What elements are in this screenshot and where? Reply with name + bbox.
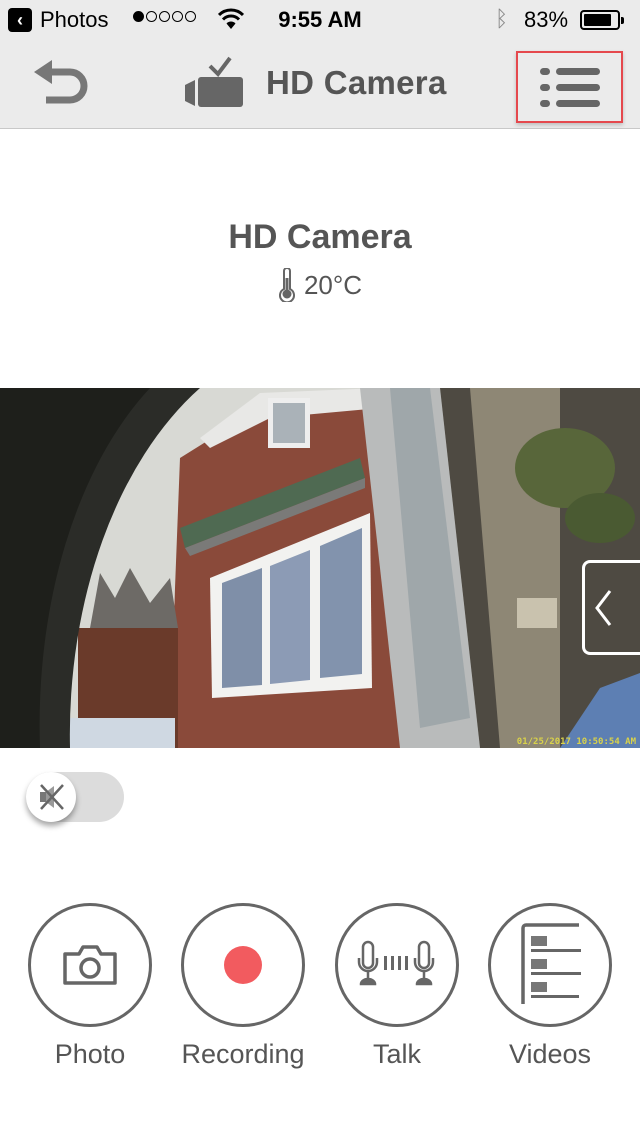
battery-icon <box>580 10 624 30</box>
videos-label: Videos <box>508 1039 592 1069</box>
video-frame <box>0 388 640 748</box>
back-button[interactable] <box>30 58 94 108</box>
talk-button-circle[interactable] <box>335 903 459 1027</box>
nav-title: HD Camera <box>266 64 447 101</box>
photo-button-circle[interactable] <box>28 903 152 1027</box>
talk-button[interactable]: Talk <box>322 903 472 1070</box>
nav-title-group: HD Camera <box>180 48 447 118</box>
recording-button[interactable]: Recording <box>168 903 318 1070</box>
temperature-value: 20°C <box>303 269 363 300</box>
speaker-muted-icon <box>40 784 64 810</box>
recording-label: Recording <box>181 1039 305 1069</box>
device-name: HD Camera <box>228 218 412 256</box>
chevron-left-icon <box>595 589 612 626</box>
talk-label: Talk <box>372 1039 421 1069</box>
recording-button-circle[interactable] <box>181 903 305 1027</box>
toggle-knob[interactable] <box>26 772 76 822</box>
video-timestamp: 01/25/2017 10:50:54 AM <box>516 737 636 747</box>
video-list-icon <box>521 923 581 1004</box>
menu-button[interactable] <box>516 51 623 123</box>
battery-percent: 83% <box>524 7 569 32</box>
list-menu-icon <box>539 68 600 107</box>
videos-button-circle[interactable] <box>488 903 612 1027</box>
thermometer-icon <box>278 268 295 302</box>
return-arrow-icon <box>34 60 88 104</box>
temperature-row: 20°C <box>0 268 640 302</box>
camera-online-icon <box>185 56 243 107</box>
status-bar: ‹ Photos 9:55 AM ᛒ 83% <box>0 0 640 40</box>
bluetooth-icon: ᛒ <box>495 6 509 31</box>
camera-icon <box>63 945 117 985</box>
videos-button[interactable]: Videos <box>475 903 625 1070</box>
live-video-feed[interactable]: 01/25/2017 10:50:54 AM <box>0 388 640 748</box>
intercom-icon <box>357 940 435 986</box>
nav-bar: HD Camera <box>0 40 640 129</box>
photo-label: Photo <box>54 1039 126 1069</box>
photo-button[interactable]: Photo <box>15 903 165 1070</box>
audio-mute-toggle[interactable] <box>26 772 124 822</box>
record-icon <box>224 946 262 984</box>
side-panel-handle[interactable] <box>582 560 640 655</box>
